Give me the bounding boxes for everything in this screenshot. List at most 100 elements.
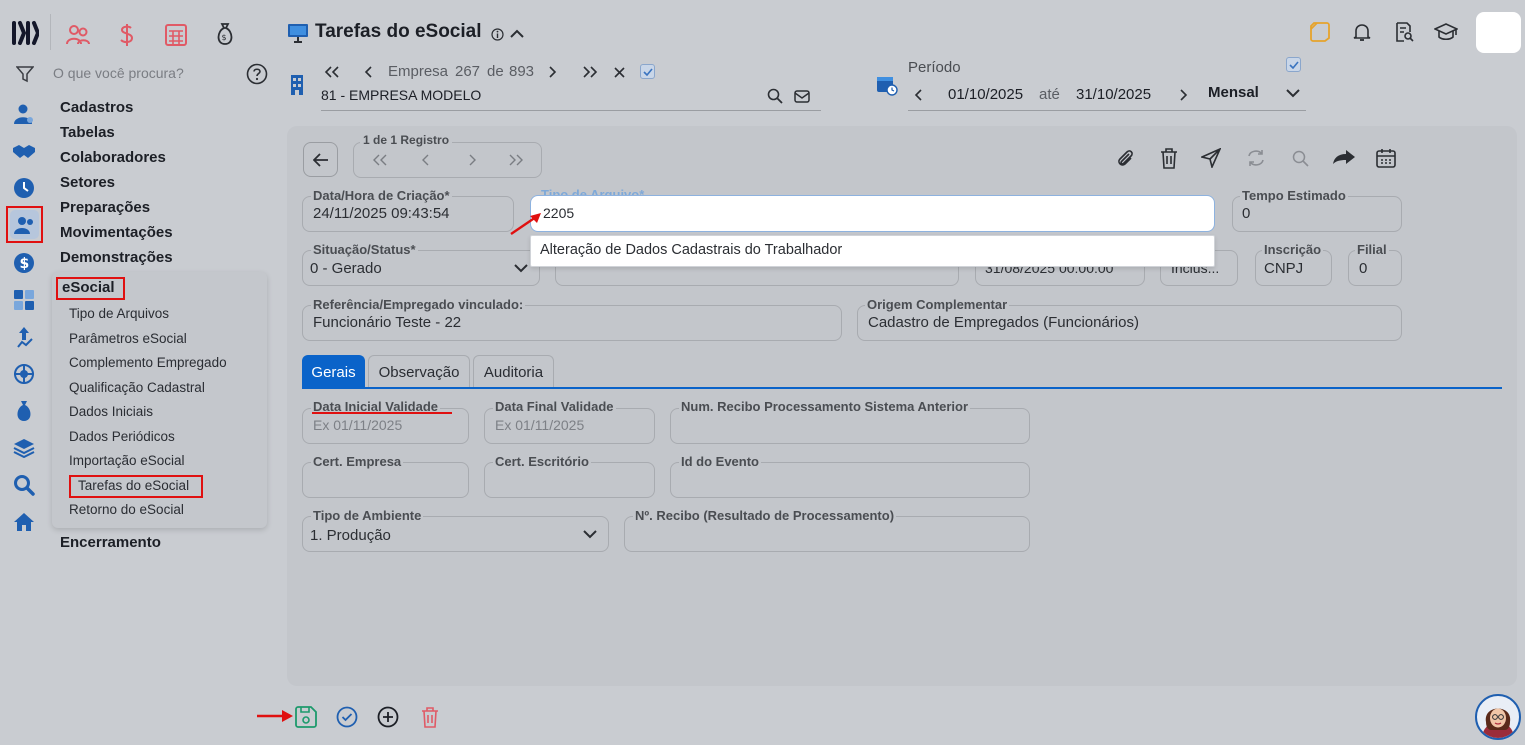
app-logo[interactable] — [10, 18, 40, 48]
users-icon[interactable] — [64, 22, 92, 48]
home-icon[interactable] — [12, 510, 36, 534]
annotation-arrow-save — [256, 708, 294, 724]
chevron-down-icon[interactable] — [1284, 86, 1302, 100]
referencia-label: Referência/Empregado vinculado: — [311, 297, 526, 312]
avatar-placeholder[interactable] — [1476, 12, 1521, 53]
rise-arrow-icon[interactable] — [12, 325, 36, 349]
check-circle-icon[interactable] — [335, 705, 359, 729]
menu-demonstracoes[interactable]: Demonstrações — [60, 249, 173, 266]
origem-value: Cadastro de Empregados (Funcionários) — [868, 314, 1139, 331]
person-gear-icon[interactable] — [12, 102, 36, 126]
empresa-checkbox[interactable] — [640, 64, 655, 79]
submenu-item-active[interactable]: Tarefas do eSocial — [78, 478, 189, 493]
filial-label: Filial — [1355, 242, 1389, 257]
inscricao-label: Inscrição — [1262, 242, 1324, 257]
menu-encerramento[interactable]: Encerramento — [60, 534, 161, 551]
chevron-down-icon[interactable] — [581, 528, 599, 540]
periodo-label: Período — [908, 59, 961, 76]
data-final-label: Data Final Validade — [493, 399, 616, 414]
coin-icon[interactable]: $ — [12, 251, 36, 275]
menu-setores[interactable]: Setores — [60, 174, 115, 191]
menu-tabelas[interactable]: Tabelas — [60, 124, 115, 141]
document-search-icon[interactable] — [1393, 21, 1415, 43]
info-icon[interactable] — [490, 27, 504, 41]
magnifier-icon[interactable] — [12, 473, 36, 497]
handshake-icon[interactable] — [12, 140, 36, 162]
empresa-name[interactable]: 81 - EMPRESA MODELO — [321, 87, 481, 103]
submenu-item[interactable]: Parâmetros eSocial — [69, 331, 187, 346]
tab-gerais[interactable]: Gerais — [302, 355, 365, 388]
referencia-value: Funcionário Teste - 22 — [313, 314, 462, 331]
prev-left-icon[interactable] — [360, 63, 376, 81]
next-right-icon[interactable] — [544, 63, 560, 81]
record-last-icon[interactable] — [506, 152, 526, 168]
trash-icon[interactable] — [1158, 146, 1180, 170]
record-first-icon[interactable] — [370, 152, 390, 168]
clock-icon[interactable] — [12, 176, 36, 200]
calculator-icon[interactable] — [162, 22, 190, 48]
submenu-item[interactable]: Tipo de Arquivos — [69, 306, 169, 321]
first-double-left-icon[interactable] — [321, 63, 343, 81]
chevron-up-icon[interactable] — [509, 26, 525, 40]
empresa-search-icon[interactable] — [766, 87, 784, 105]
people-card-icon[interactable] — [10, 210, 39, 239]
mail-icon[interactable] — [793, 87, 811, 105]
refresh-icon[interactable] — [1245, 146, 1267, 170]
menu-preparacoes[interactable]: Preparações — [60, 199, 150, 216]
sticky-note-icon[interactable] — [1309, 21, 1331, 43]
periodo-type-select[interactable]: Mensal — [1208, 84, 1259, 101]
periodo-prev-icon[interactable] — [910, 86, 926, 104]
layers-icon[interactable] — [12, 437, 36, 459]
menu-colaboradores[interactable]: Colaboradores — [60, 149, 166, 166]
grid-calc-icon[interactable] — [12, 288, 36, 312]
last-double-right-icon[interactable] — [579, 63, 601, 81]
assistant-avatar[interactable] — [1475, 694, 1521, 740]
submenu-item[interactable]: Importação eSocial — [69, 453, 185, 468]
add-circle-icon[interactable] — [376, 705, 400, 729]
help-icon[interactable] — [246, 63, 268, 85]
data-final-placeholder: Ex 01/11/2025 — [495, 417, 585, 433]
empresa-label: Empresa — [388, 63, 449, 80]
submenu-item[interactable]: Dados Iniciais — [69, 404, 153, 419]
empresa-of: de — [487, 63, 504, 80]
calendar-icon[interactable] — [1375, 146, 1397, 170]
situacao-value: 0 - Gerado — [310, 260, 382, 277]
bell-icon[interactable] — [1351, 21, 1373, 43]
close-icon[interactable] — [611, 64, 627, 80]
send-icon[interactable] — [1200, 146, 1222, 170]
tab-auditoria[interactable]: Auditoria — [473, 355, 554, 388]
submenu-item[interactable]: Retorno do eSocial — [69, 502, 184, 517]
delete-icon[interactable] — [419, 705, 441, 729]
periodo-next-icon[interactable] — [1175, 86, 1191, 104]
chevron-down-icon[interactable] — [512, 262, 530, 274]
forward-arrow-icon[interactable] — [1331, 146, 1357, 168]
search-input[interactable]: O que você procura? — [53, 65, 184, 81]
tab-observacao[interactable]: Observação — [368, 355, 470, 388]
periodo-checkbox[interactable] — [1286, 57, 1301, 72]
money-bag-icon[interactable]: $ — [212, 20, 238, 48]
submenu-title[interactable]: eSocial — [62, 279, 115, 296]
search-icon[interactable] — [1290, 148, 1310, 168]
tipo-arquivo-suggestion[interactable]: Alteração de Dados Cadastrais do Trabalh… — [530, 235, 1215, 267]
periodo-start[interactable]: 01/10/2025 — [948, 86, 1023, 103]
empresa-total: 893 — [509, 63, 535, 80]
submenu-item[interactable]: Qualificação Cadastral — [69, 380, 205, 395]
record-next-icon[interactable] — [465, 152, 479, 168]
record-prev-icon[interactable] — [418, 152, 432, 168]
filter-icon[interactable] — [14, 64, 36, 84]
graduation-cap-icon[interactable] — [1434, 21, 1458, 43]
periodo-end[interactable]: 31/10/2025 — [1076, 86, 1151, 103]
back-arrow-button[interactable] — [303, 142, 338, 177]
tipo-ambiente-value: 1. Produção — [310, 527, 391, 544]
save-icon[interactable] — [294, 705, 318, 729]
tipo-arquivo-input[interactable] — [530, 195, 1215, 232]
submenu-item[interactable]: Complemento Empregado — [69, 355, 227, 370]
submenu-item[interactable]: Dados Periódicos — [69, 429, 175, 444]
menu-movimentacoes[interactable]: Movimentações — [60, 224, 173, 241]
money-bag-blue-icon[interactable] — [12, 398, 36, 424]
network-icon[interactable] — [12, 362, 36, 386]
dollar-icon[interactable] — [113, 22, 141, 48]
paperclip-icon[interactable] — [1114, 146, 1136, 170]
menu-cadastros[interactable]: Cadastros — [60, 99, 133, 116]
page-title: Tarefas do eSocial — [315, 21, 482, 42]
